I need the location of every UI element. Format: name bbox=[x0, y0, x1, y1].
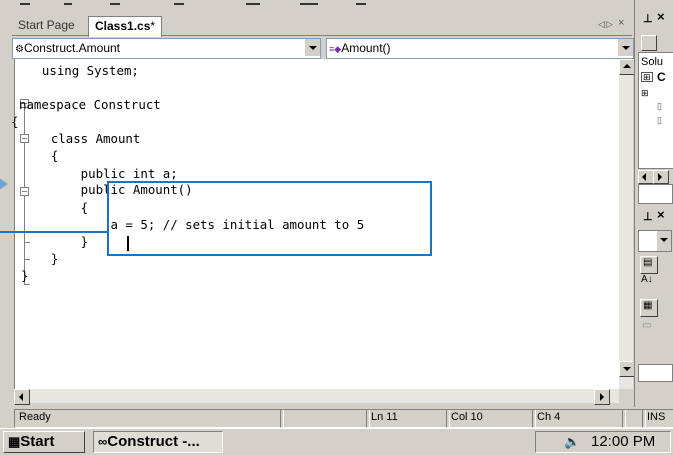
toolbar-glyph bbox=[110, 0, 120, 5]
toolbar-glyph bbox=[20, 0, 30, 5]
arrow-right-icon bbox=[600, 393, 604, 401]
start-label: Start bbox=[20, 433, 55, 450]
taskbar-item-construct[interactable]: ∞Construct -... bbox=[93, 431, 223, 453]
close-panel-icon[interactable]: × bbox=[657, 207, 665, 222]
code-line: } bbox=[21, 234, 89, 249]
close-panel-icon[interactable]: × bbox=[657, 9, 665, 24]
volume-icon[interactable]: 🔈 bbox=[564, 432, 580, 452]
taskbar-item-label: Construct -... bbox=[107, 433, 200, 450]
chevron-down-icon[interactable] bbox=[656, 231, 671, 251]
project-label: C bbox=[657, 70, 666, 84]
code-line: namespace Construct bbox=[19, 97, 161, 112]
modified-marker: * bbox=[150, 19, 156, 33]
alphabetical-sort-icon[interactable]: A↓ bbox=[640, 274, 656, 290]
status-ready: Ready bbox=[14, 409, 284, 428]
class-dropdown-value: ⚙Construct.Amount bbox=[15, 41, 121, 55]
vertical-scrollbar[interactable] bbox=[619, 59, 635, 389]
properties-object-dropdown[interactable] bbox=[638, 230, 672, 252]
toolbar-glyph bbox=[356, 0, 366, 5]
status-insert-mode: INS bbox=[642, 409, 673, 428]
pin-icon[interactable]: ⊥ bbox=[643, 210, 653, 223]
status-line: Ln 11 bbox=[366, 409, 450, 428]
tab-scroll-left-icon[interactable]: ◁ bbox=[598, 19, 605, 30]
properties-button[interactable] bbox=[641, 35, 657, 51]
start-button[interactable]: ▦Start bbox=[3, 431, 85, 453]
visual-studio-icon: ∞ bbox=[98, 434, 108, 449]
class-icon: ⚙ bbox=[15, 44, 24, 55]
properties-page-button[interactable]: ▦ bbox=[640, 299, 658, 317]
close-tab-icon[interactable]: × bbox=[618, 17, 624, 29]
member-dropdown-value: ≡◆Amount() bbox=[329, 41, 391, 55]
code-line: public int a; bbox=[21, 166, 178, 181]
code-line: { bbox=[21, 148, 59, 163]
file-icon: ▯ bbox=[657, 101, 662, 111]
tab-scroll-right-icon[interactable]: ▷ bbox=[606, 19, 613, 30]
tab-label: Start Page bbox=[18, 18, 75, 32]
toolbar-glyph bbox=[64, 0, 72, 5]
method-icon: ≡◆ bbox=[329, 44, 342, 54]
status-blank bbox=[280, 409, 370, 428]
class-dropdown[interactable]: ⚙Construct.Amount bbox=[12, 38, 321, 59]
solution-label: Solu bbox=[641, 56, 664, 68]
fold-end bbox=[24, 284, 30, 285]
code-line: using System; bbox=[27, 63, 139, 78]
tab-class1-cs[interactable]: Class1.cs* bbox=[88, 16, 163, 37]
navigation-bar: ⚙Construct.Amount ≡◆Amount() bbox=[12, 37, 634, 59]
status-column: Col 10 bbox=[446, 409, 536, 428]
property-pages-icon: ▭ bbox=[640, 320, 656, 336]
tab-label: Class1.cs bbox=[95, 19, 151, 33]
panel-tab-strip[interactable] bbox=[638, 184, 673, 204]
categorized-button[interactable]: ▤ bbox=[640, 256, 658, 274]
arrow-left-icon bbox=[19, 393, 23, 401]
scroll-left-button[interactable] bbox=[14, 389, 30, 405]
panel-scroll-left-button[interactable] bbox=[638, 170, 654, 184]
project-icon: ⊞ bbox=[641, 72, 653, 82]
code-line: } bbox=[21, 251, 59, 266]
status-char: Ch 4 bbox=[532, 409, 626, 428]
chevron-down-icon[interactable] bbox=[617, 39, 633, 56]
toolbar-glyph bbox=[246, 0, 260, 5]
callout-line bbox=[0, 231, 107, 233]
scroll-right-button[interactable] bbox=[594, 389, 610, 405]
solution-explorer-tree[interactable]: Solu ⊞ C ⊞ ▯ ▯ bbox=[638, 52, 673, 169]
description-area bbox=[638, 364, 673, 382]
file-icon: ▯ bbox=[657, 115, 662, 125]
tab-start-page[interactable]: Start Page bbox=[12, 16, 81, 36]
callout-arrow-icon bbox=[0, 172, 8, 196]
document-tab-strip: Start Page Class1.cs* ◁ ▷ × bbox=[12, 14, 632, 37]
member-dropdown[interactable]: ≡◆Amount() bbox=[326, 38, 634, 59]
clock[interactable]: 12:00 PM bbox=[591, 432, 655, 452]
arrow-up-icon bbox=[623, 64, 631, 68]
windows-logo-icon: ▦ bbox=[8, 434, 21, 449]
code-line: { bbox=[11, 114, 19, 129]
toolbar-glyph bbox=[300, 0, 318, 5]
tree-expand-icon[interactable]: ⊞ bbox=[641, 88, 649, 99]
code-line: { bbox=[21, 200, 89, 215]
code-line: } bbox=[21, 268, 29, 283]
system-tray: 🔈 12:00 PM bbox=[535, 431, 671, 453]
constructor-highlight-box bbox=[107, 181, 432, 256]
taskbar: ▦Start ∞Construct -... 🔈 12:00 PM bbox=[0, 428, 673, 455]
side-panel: ⊥ × Solu ⊞ C ⊞ ▯ ▯ ⊥ × ▤ A↓ ▦ ▭ bbox=[634, 0, 673, 410]
code-line: class Amount bbox=[21, 131, 141, 146]
toolbar-glyph bbox=[174, 0, 184, 5]
toolbar-remnant bbox=[0, 0, 673, 14]
scroll-up-button[interactable] bbox=[619, 59, 635, 75]
chevron-down-icon[interactable] bbox=[304, 39, 320, 56]
pin-icon[interactable]: ⊥ bbox=[643, 12, 653, 25]
scroll-down-button[interactable] bbox=[619, 361, 635, 377]
status-bar: Ready Ln 11 Col 10 Ch 4 INS bbox=[0, 407, 673, 428]
horizontal-scrollbar[interactable] bbox=[14, 389, 619, 405]
panel-scroll-right-button[interactable] bbox=[653, 170, 669, 184]
arrow-down-icon bbox=[623, 367, 631, 371]
